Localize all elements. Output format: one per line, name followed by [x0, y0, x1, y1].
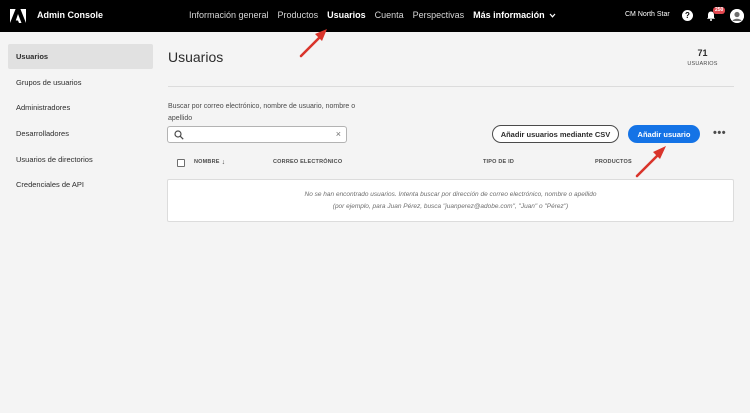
divider [168, 86, 734, 87]
user-count-number: 71 [697, 48, 708, 58]
table-header: NOMBRE ↓ CORREO ELECTRÓNICO TIPO DE ID PR… [168, 156, 734, 170]
user-count: 71 USUARIOS [680, 48, 725, 67]
empty-state: No se han encontrado usuarios. Intenta b… [167, 179, 734, 222]
notification-badge: 250 [713, 7, 726, 14]
more-actions-button[interactable]: ••• [713, 127, 726, 139]
app-title[interactable]: Admin Console [37, 10, 103, 20]
empty-state-message: No se han encontrado usuarios. Intenta b… [304, 190, 597, 210]
sidebar-item-directory-users[interactable]: Usuarios de directorios [8, 147, 153, 172]
sidebar-item-administrators[interactable]: Administradores [8, 95, 153, 120]
adobe-logo-icon[interactable] [10, 9, 26, 23]
clear-icon[interactable]: × [336, 129, 341, 140]
column-header-id-type: TIPO DE ID [483, 159, 515, 165]
search-field[interactable]: × [167, 126, 347, 143]
column-header-name-label: NOMBRE [194, 159, 220, 165]
org-switcher[interactable]: CM North Star [625, 11, 670, 18]
nav-more-label: Más información [473, 10, 545, 20]
sidebar-item-users[interactable]: Usuarios [8, 44, 153, 69]
nav-item-users[interactable]: Usuarios [327, 10, 366, 20]
search-label: Buscar por correo electrónico, nombre de… [168, 103, 356, 122]
nav-more-menu[interactable]: Más información [473, 10, 556, 20]
chevron-down-icon [549, 13, 556, 18]
top-navigation-bar: Admin Console Información general Produc… [0, 0, 750, 32]
sidebar-item-user-groups[interactable]: Grupos de usuarios [8, 70, 153, 95]
sort-arrow-down-icon: ↓ [221, 159, 226, 166]
column-header-name[interactable]: NOMBRE ↓ [194, 159, 225, 166]
nav-item-insights[interactable]: Perspectivas [413, 10, 465, 20]
search-icon [174, 130, 184, 140]
user-avatar-icon [730, 9, 744, 23]
page-title: Usuarios [168, 49, 224, 65]
nav-item-overview[interactable]: Información general [189, 10, 269, 20]
select-all-checkbox[interactable] [177, 159, 185, 167]
avatar[interactable] [730, 9, 744, 23]
nav-item-account[interactable]: Cuenta [375, 10, 404, 20]
sidebar-item-developers[interactable]: Desarrolladores [8, 121, 153, 146]
column-header-products: PRODUCTOS [595, 159, 632, 165]
sidebar: Usuarios Grupos de usuarios Administrado… [8, 44, 153, 198]
column-header-email: CORREO ELECTRÓNICO [273, 159, 343, 165]
search-input[interactable] [188, 129, 328, 140]
main-nav: Información general Productos Usuarios C… [189, 10, 556, 20]
help-icon[interactable]: ? [682, 10, 693, 21]
nav-item-products[interactable]: Productos [278, 10, 319, 20]
add-user-button[interactable]: Añadir usuario [628, 125, 700, 143]
add-users-csv-button[interactable]: Añadir usuarios mediante CSV [492, 125, 619, 143]
sidebar-item-api-credentials[interactable]: Credenciales de API [8, 172, 153, 197]
user-count-label: USUARIOS [687, 61, 718, 67]
